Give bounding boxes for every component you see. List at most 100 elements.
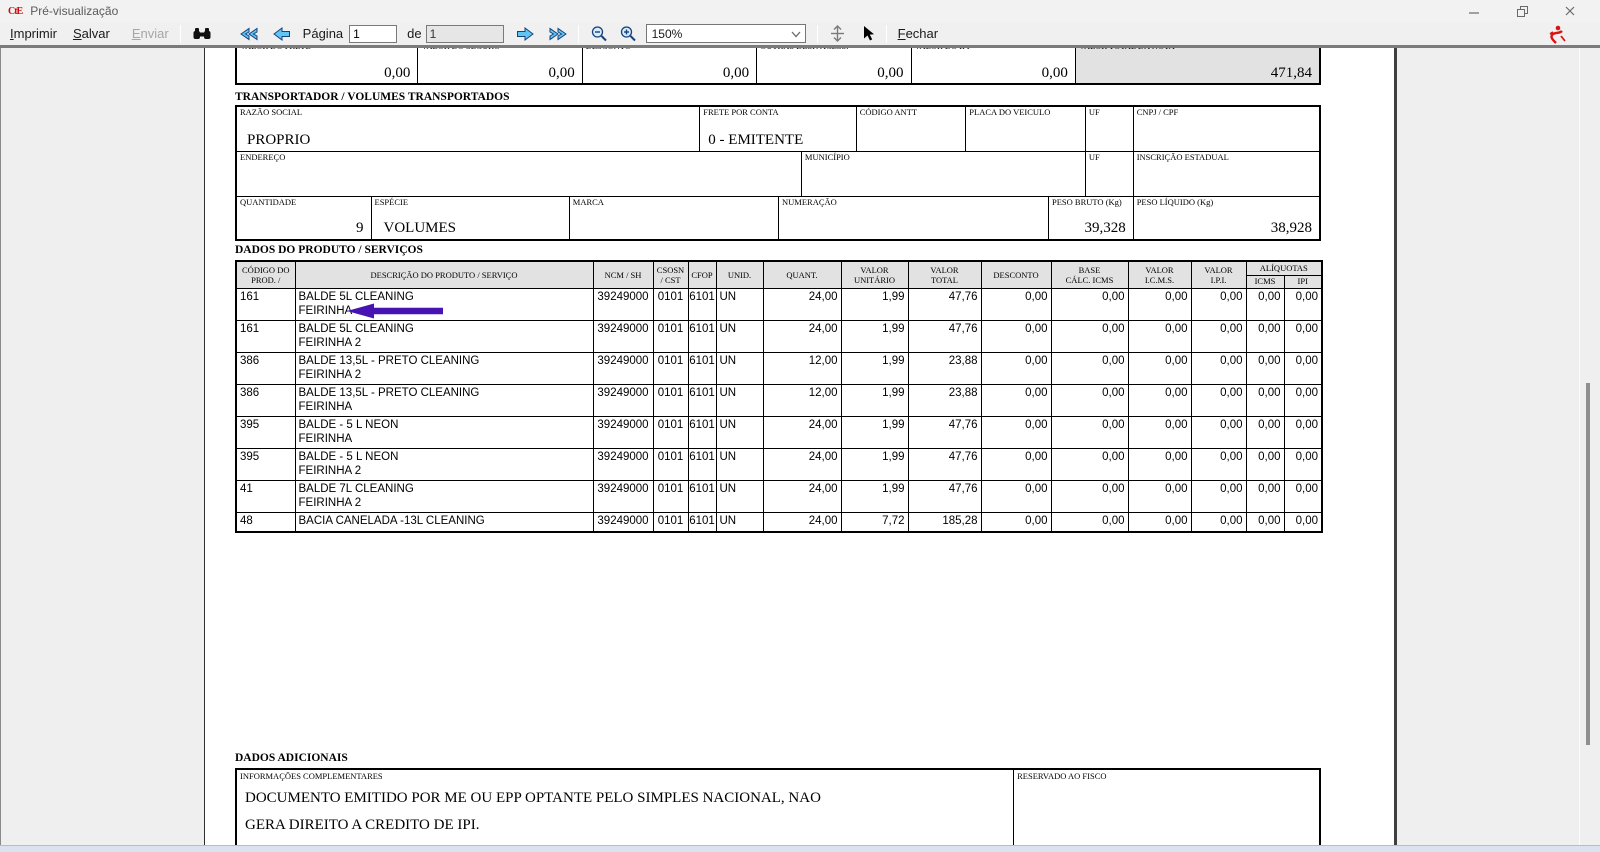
cell-csosn: 0101 xyxy=(653,480,688,512)
cell-base: 0,00 xyxy=(1051,448,1128,480)
frete-por-conta-cell: FRETE POR CONTA 0 - EMITENTE xyxy=(700,107,856,151)
col-header-cfop: CFOP xyxy=(688,261,716,288)
field-label: INSCRIÇÃO ESTADUAL xyxy=(1137,153,1229,162)
field-label: MUNICÍPIO xyxy=(805,153,850,162)
scrollbar-track xyxy=(1579,48,1580,845)
cell-unid: UN xyxy=(716,384,763,416)
window-title: Pré-visualização xyxy=(30,4,118,18)
cell-cfop: 6101 xyxy=(688,448,716,480)
zoom-level-combobox[interactable]: 150% xyxy=(646,24,806,43)
cell-base: 0,00 xyxy=(1051,352,1128,384)
prev-page-button[interactable] xyxy=(269,27,295,41)
scrollbar-thumb[interactable] xyxy=(1586,383,1590,745)
cell-vunit: 1,99 xyxy=(841,384,908,416)
cell-unid: UN xyxy=(716,320,763,352)
cell-vicms: 0,00 xyxy=(1128,480,1191,512)
fit-height-button[interactable] xyxy=(825,25,850,42)
col-header-vunit: VALORUNITÁRIO xyxy=(841,261,908,288)
field-value: 471,84 xyxy=(1271,65,1312,82)
col-header-base: BASECÁLC. ICMS xyxy=(1051,261,1128,288)
field-label: MARCA xyxy=(573,198,604,207)
field-value: 0 - EMITENTE xyxy=(708,132,803,149)
total-cell: VALOR DO FRETE 0,00 xyxy=(237,48,418,83)
cell-vtotal: 47,76 xyxy=(908,288,981,320)
placa-veiculo-cell: PLACA DO VEICULO xyxy=(966,107,1086,151)
cell-ncm: 39249000 xyxy=(593,320,653,352)
next-page-button[interactable] xyxy=(512,27,538,41)
cell-cfop: 6101 xyxy=(688,480,716,512)
field-value: 0,00 xyxy=(1042,65,1068,82)
total-cell: VALOR DO IPI 0,00 xyxy=(912,48,1076,83)
cell-quant: 24,00 xyxy=(763,320,841,352)
salvar-button[interactable]: Salvar xyxy=(69,24,114,43)
cell-csosn: 0101 xyxy=(653,352,688,384)
zoom-out-button[interactable] xyxy=(586,25,613,42)
cell-vtotal: 47,76 xyxy=(908,448,981,480)
table-row: 395BALDE - 5 L NEONFEIRINHA3924900001016… xyxy=(236,416,1322,448)
zoom-out-icon xyxy=(590,25,609,42)
imprimir-button[interactable]: Imprimir xyxy=(6,24,61,43)
field-label: PLACA DO VEICULO xyxy=(969,108,1050,117)
cell-vtotal: 23,88 xyxy=(908,352,981,384)
combo-chevron-icon xyxy=(791,27,801,41)
close-icon xyxy=(1564,5,1576,17)
section-title-adicionais: DADOS ADICIONAIS xyxy=(235,752,348,764)
cell-codigo: 395 xyxy=(236,416,295,448)
cell-csosn: 0101 xyxy=(653,320,688,352)
cell-vipi: 0,00 xyxy=(1191,512,1246,532)
cell-unid: UN xyxy=(716,480,763,512)
especie-cell: ESPÉCIE VOLUMES xyxy=(372,197,570,239)
total-cell: DESCONTO 0,00 xyxy=(583,48,757,83)
table-row: 386BALDE 13,5L - PRETO CLEANINGFEIRINHA … xyxy=(236,352,1322,384)
cell-vipi: 0,00 xyxy=(1191,448,1246,480)
cell-aipi: 0,00 xyxy=(1284,480,1322,512)
cnpj-cpf-cell: CNPJ / CPF xyxy=(1134,107,1319,151)
reservado-ao-fisco-cell: RESERVADO AO FISCO xyxy=(1014,770,1319,845)
cell-ncm: 39249000 xyxy=(593,448,653,480)
cell-aicms: 0,00 xyxy=(1246,352,1284,384)
fechar-button[interactable]: Fechar xyxy=(894,24,942,43)
select-cursor-button[interactable] xyxy=(858,25,879,42)
zoom-in-button[interactable] xyxy=(615,25,642,42)
prev-page-icon xyxy=(273,27,291,41)
page-number-input[interactable] xyxy=(349,25,397,43)
cell-csosn: 0101 xyxy=(653,416,688,448)
col-header-aicms: ICMS xyxy=(1246,275,1284,288)
cell-base: 0,00 xyxy=(1051,512,1128,532)
info-text: DOCUMENTO EMITIDO POR ME OU EPP OPTANTE … xyxy=(245,785,821,839)
cell-codigo: 386 xyxy=(236,352,295,384)
cell-vicms: 0,00 xyxy=(1128,448,1191,480)
uf-cell: UF xyxy=(1086,152,1134,196)
codigo-antt-cell: CÓDIGO ANTT xyxy=(857,107,967,151)
field-label: VALOR DO SEGURO xyxy=(421,48,500,51)
cell-desc: BALDE - 5 L NEONFEIRINHA xyxy=(295,416,593,448)
first-page-button[interactable] xyxy=(236,27,263,41)
enviar-button[interactable]: Enviar xyxy=(128,24,173,43)
cell-cfop: 6101 xyxy=(688,320,716,352)
last-page-button[interactable] xyxy=(544,27,571,41)
cell-desc: BALDE 5L CLEANINGFEIRINHA xyxy=(295,288,593,320)
cursor-icon xyxy=(862,25,875,42)
cell-codigo: 161 xyxy=(236,320,295,352)
field-label: FRETE POR CONTA xyxy=(703,108,778,117)
table-row: 395BALDE - 5 L NEONFEIRINHA 239249000010… xyxy=(236,448,1322,480)
search-button[interactable] xyxy=(188,26,216,41)
minimize-button[interactable] xyxy=(1458,1,1490,21)
cell-vunit: 1,99 xyxy=(841,416,908,448)
first-page-icon xyxy=(240,27,259,41)
table-row: 48BACIA CANELADA -13L CLEANING3924900001… xyxy=(236,512,1322,532)
cell-ncm: 39249000 xyxy=(593,512,653,532)
restore-button[interactable] xyxy=(1506,1,1538,21)
cell-csosn: 0101 xyxy=(653,448,688,480)
field-label: PESO BRUTO (Kg) xyxy=(1052,198,1122,207)
total-cell: OUTRAS DESP. ACESS. 0,00 xyxy=(757,48,911,83)
cell-quant: 24,00 xyxy=(763,512,841,532)
cell-vunit: 7,72 xyxy=(841,512,908,532)
cell-ncm: 39249000 xyxy=(593,384,653,416)
annotation-arrow xyxy=(347,303,443,319)
cell-ncm: 39249000 xyxy=(593,416,653,448)
product-table-head: CÓDIGO DOPROD. /DESCRIÇÃO DO PRODUTO / S… xyxy=(236,261,1322,288)
close-button[interactable] xyxy=(1554,1,1586,21)
field-value: 39,328 xyxy=(1084,220,1125,237)
field-label: QUANTIDADE xyxy=(240,198,296,207)
